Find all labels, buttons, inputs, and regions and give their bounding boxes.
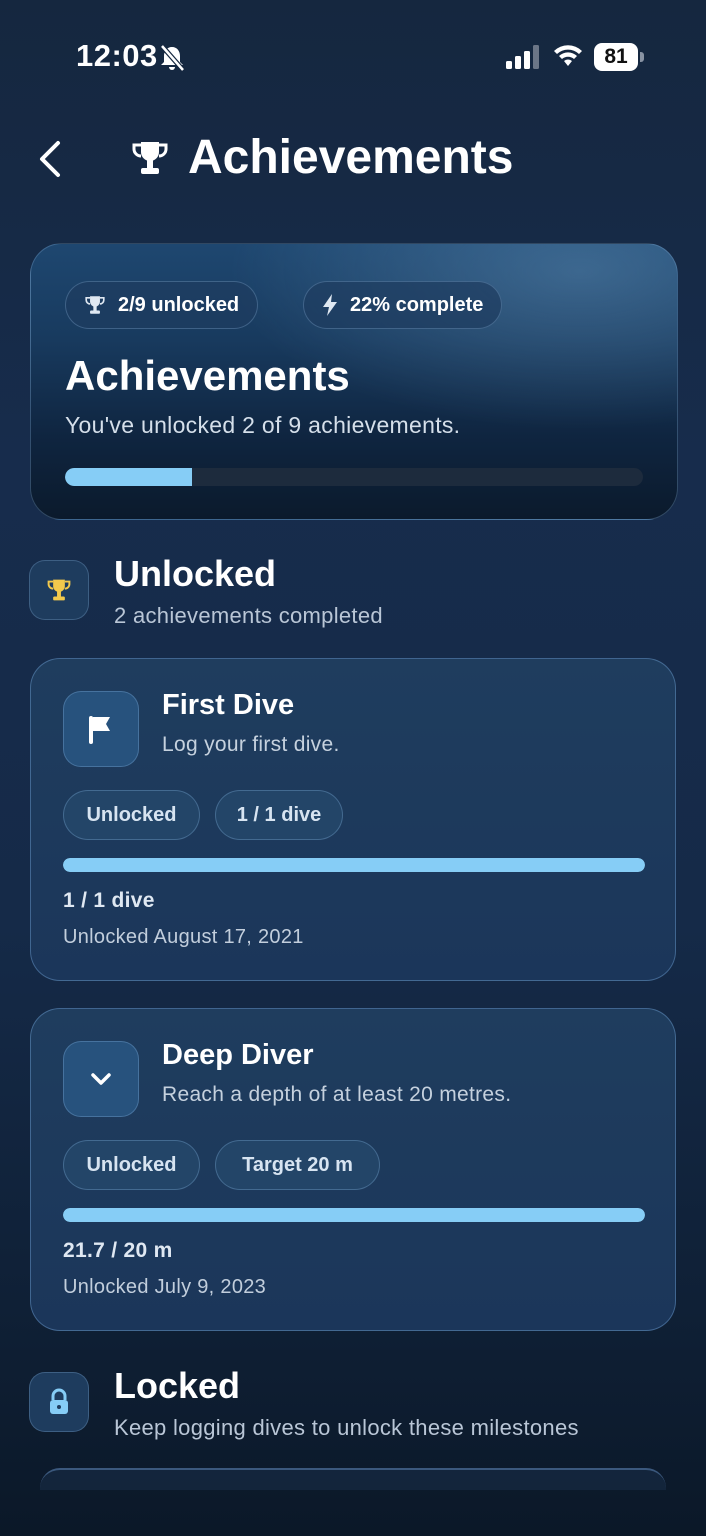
flag-icon [89, 716, 110, 744]
achievement-progress-bar [63, 1208, 645, 1222]
battery-tip [640, 52, 644, 62]
trophy-icon [130, 138, 170, 183]
trophy-icon [85, 296, 105, 314]
achievement-title: Deep Diver [162, 1039, 314, 1071]
page-title: Achievements [188, 131, 514, 184]
summary-progress-fill [65, 468, 193, 486]
wifi-icon [553, 44, 583, 73]
completion-chip: 22% complete [303, 281, 503, 329]
achievement-title: First Dive [162, 689, 295, 721]
status-badge: Unlocked [63, 790, 200, 840]
summary-progress-bar [65, 468, 643, 486]
achievement-icon [63, 1041, 139, 1117]
locked-section-subtitle: Keep logging dives to unlock these miles… [114, 1415, 579, 1440]
achievement-unlocked-date: Unlocked July 9, 2023 [63, 1276, 267, 1298]
achievement-progress-fill [63, 1208, 645, 1222]
completion-text: 22% complete [350, 293, 484, 316]
back-button[interactable] [38, 140, 62, 183]
achievement-progress-bar [63, 858, 645, 872]
achievement-unlocked-date: Unlocked August 17, 2021 [63, 926, 304, 948]
achievement-progress-text: 1 / 1 dive [63, 889, 155, 912]
bell-muted-icon [159, 44, 185, 77]
status-badge: Unlocked [63, 1140, 200, 1190]
chevron-down-icon [91, 1073, 111, 1085]
achievement-card-deep-diver[interactable]: Deep Diver Reach a depth of at least 20 … [30, 1008, 676, 1331]
locked-section-title: Locked [114, 1365, 241, 1406]
trophy-icon [47, 579, 71, 601]
summary-card: 2/9 unlocked 22% complete Achievements Y… [30, 243, 678, 520]
locked-section-icon [29, 1372, 89, 1432]
lightning-icon [323, 294, 337, 316]
status-time: 12:03 [76, 38, 158, 73]
unlocked-section-icon [29, 560, 89, 620]
summary-title: Achievements [65, 352, 350, 399]
achievement-icon [63, 691, 139, 767]
unlocked-count-chip: 2/9 unlocked [65, 281, 259, 329]
achievement-card-first-dive[interactable]: First Dive Log your first dive. Unlocked… [30, 658, 676, 981]
chevron-left-icon [40, 141, 60, 177]
achievement-description: Reach a depth of at least 20 metres. [162, 1083, 512, 1106]
status-bar: 12:03 81 [0, 0, 706, 110]
cellular-signal-icon [506, 45, 542, 74]
detail-badge: 1 / 1 dive [215, 790, 343, 840]
unlocked-count-text: 2/9 unlocked [118, 293, 240, 316]
achievement-progress-text: 21.7 / 20 m [63, 1239, 173, 1262]
battery-indicator: 81 [594, 43, 638, 71]
lock-icon [50, 1388, 68, 1414]
unlocked-section-title: Unlocked [114, 553, 277, 594]
achievement-description: Log your first dive. [162, 733, 340, 756]
unlocked-section-subtitle: 2 achievements completed [114, 603, 383, 628]
summary-subtitle: You've unlocked 2 of 9 achievements. [65, 412, 461, 438]
locked-achievement-card-peek[interactable] [40, 1468, 666, 1490]
achievement-progress-fill [63, 858, 645, 872]
detail-badge: Target 20 m [215, 1140, 380, 1190]
